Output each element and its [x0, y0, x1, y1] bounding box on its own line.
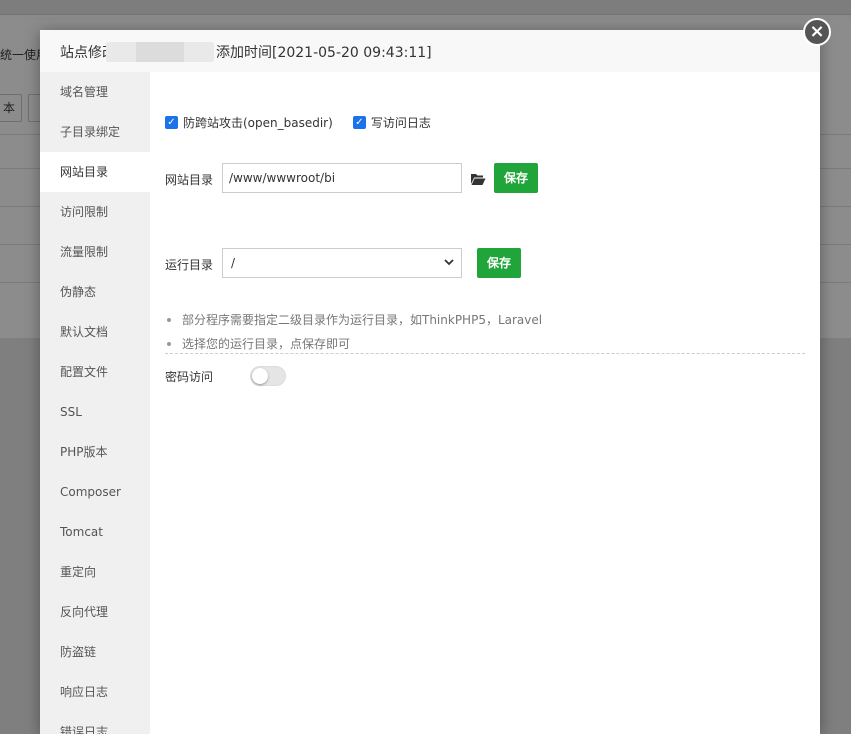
settings-sidebar: 域名管理 子目录绑定 网站目录 访问限制 流量限制 伪静态 默认文档 配置文件 …	[40, 72, 150, 734]
site-dir-input[interactable]	[222, 163, 462, 193]
redacted-site-name	[106, 42, 214, 62]
tip-item: 部分程序需要指定二级目录作为运行目录，如ThinkPHP5，Laravel	[165, 308, 805, 332]
sidebar-item-site-dir[interactable]: 网站目录	[40, 152, 150, 192]
open-basedir-checkbox[interactable]: ✓	[165, 115, 178, 129]
save-site-dir-button[interactable]: 保存	[494, 163, 539, 193]
dialog-header: 站点修改 添加时间[2021-05-20 09:43:11]	[40, 30, 820, 73]
help-tips: 部分程序需要指定二级目录作为运行目录，如ThinkPHP5，Laravel 选择…	[165, 308, 805, 356]
site-edit-dialog: 站点修改 添加时间[2021-05-20 09:43:11] 域名管理 子目录绑…	[40, 30, 820, 734]
sidebar-item-subdir-bind[interactable]: 子目录绑定	[40, 112, 150, 152]
run-dir-selected-value: /	[231, 256, 236, 270]
background-top-bar	[0, 0, 851, 15]
site-dir-panel: ✓ 防跨站攻击(open_basedir) ✓ 写访问日志 网站目录 保存 运行…	[150, 72, 820, 734]
dialog-title-added-time: 添加时间[2021-05-20 09:43:11]	[216, 45, 432, 61]
section-divider	[165, 353, 805, 354]
close-icon: ×	[809, 21, 825, 42]
sidebar-item-access-limit[interactable]: 访问限制	[40, 192, 150, 232]
open-basedir-label: 防跨站攻击(open_basedir)	[183, 115, 333, 130]
chevron-down-icon	[443, 249, 455, 287]
sidebar-item-domain[interactable]: 域名管理	[40, 72, 150, 112]
run-dir-label: 运行目录	[165, 258, 214, 272]
save-run-dir-button[interactable]: 保存	[477, 248, 522, 278]
sidebar-item-default-doc[interactable]: 默认文档	[40, 312, 150, 352]
sidebar-item-hotlink[interactable]: 防盗链	[40, 632, 150, 672]
sidebar-item-response-log[interactable]: 响应日志	[40, 672, 150, 712]
sidebar-item-php-version[interactable]: PHP版本	[40, 432, 150, 472]
access-log-checkbox[interactable]: ✓	[352, 115, 366, 129]
sidebar-item-error-log[interactable]: 错误日志	[40, 712, 150, 734]
sidebar-item-composer[interactable]: Composer	[40, 472, 150, 512]
password-access-label: 密码访问	[165, 370, 214, 384]
password-access-toggle[interactable]	[250, 366, 286, 386]
close-dialog-button[interactable]: ×	[803, 18, 831, 46]
access-log-label: 写访问日志	[370, 115, 431, 130]
background-button-fragment: 本	[0, 94, 23, 122]
toggle-knob	[252, 368, 268, 384]
sidebar-item-traffic-limit[interactable]: 流量限制	[40, 232, 150, 272]
options-row: ✓ 防跨站攻击(open_basedir) ✓ 写访问日志	[165, 114, 451, 130]
sidebar-item-tomcat[interactable]: Tomcat	[40, 512, 150, 552]
sidebar-item-redirect[interactable]: 重定向	[40, 552, 150, 592]
folder-open-icon[interactable]	[470, 171, 486, 187]
sidebar-item-config-file[interactable]: 配置文件	[40, 352, 150, 392]
sidebar-item-rewrite[interactable]: 伪静态	[40, 272, 150, 312]
run-dir-select[interactable]: /	[222, 248, 462, 278]
sidebar-item-ssl[interactable]: SSL	[40, 392, 150, 432]
site-dir-label: 网站目录	[165, 173, 214, 187]
sidebar-item-reverse-proxy[interactable]: 反向代理	[40, 592, 150, 632]
